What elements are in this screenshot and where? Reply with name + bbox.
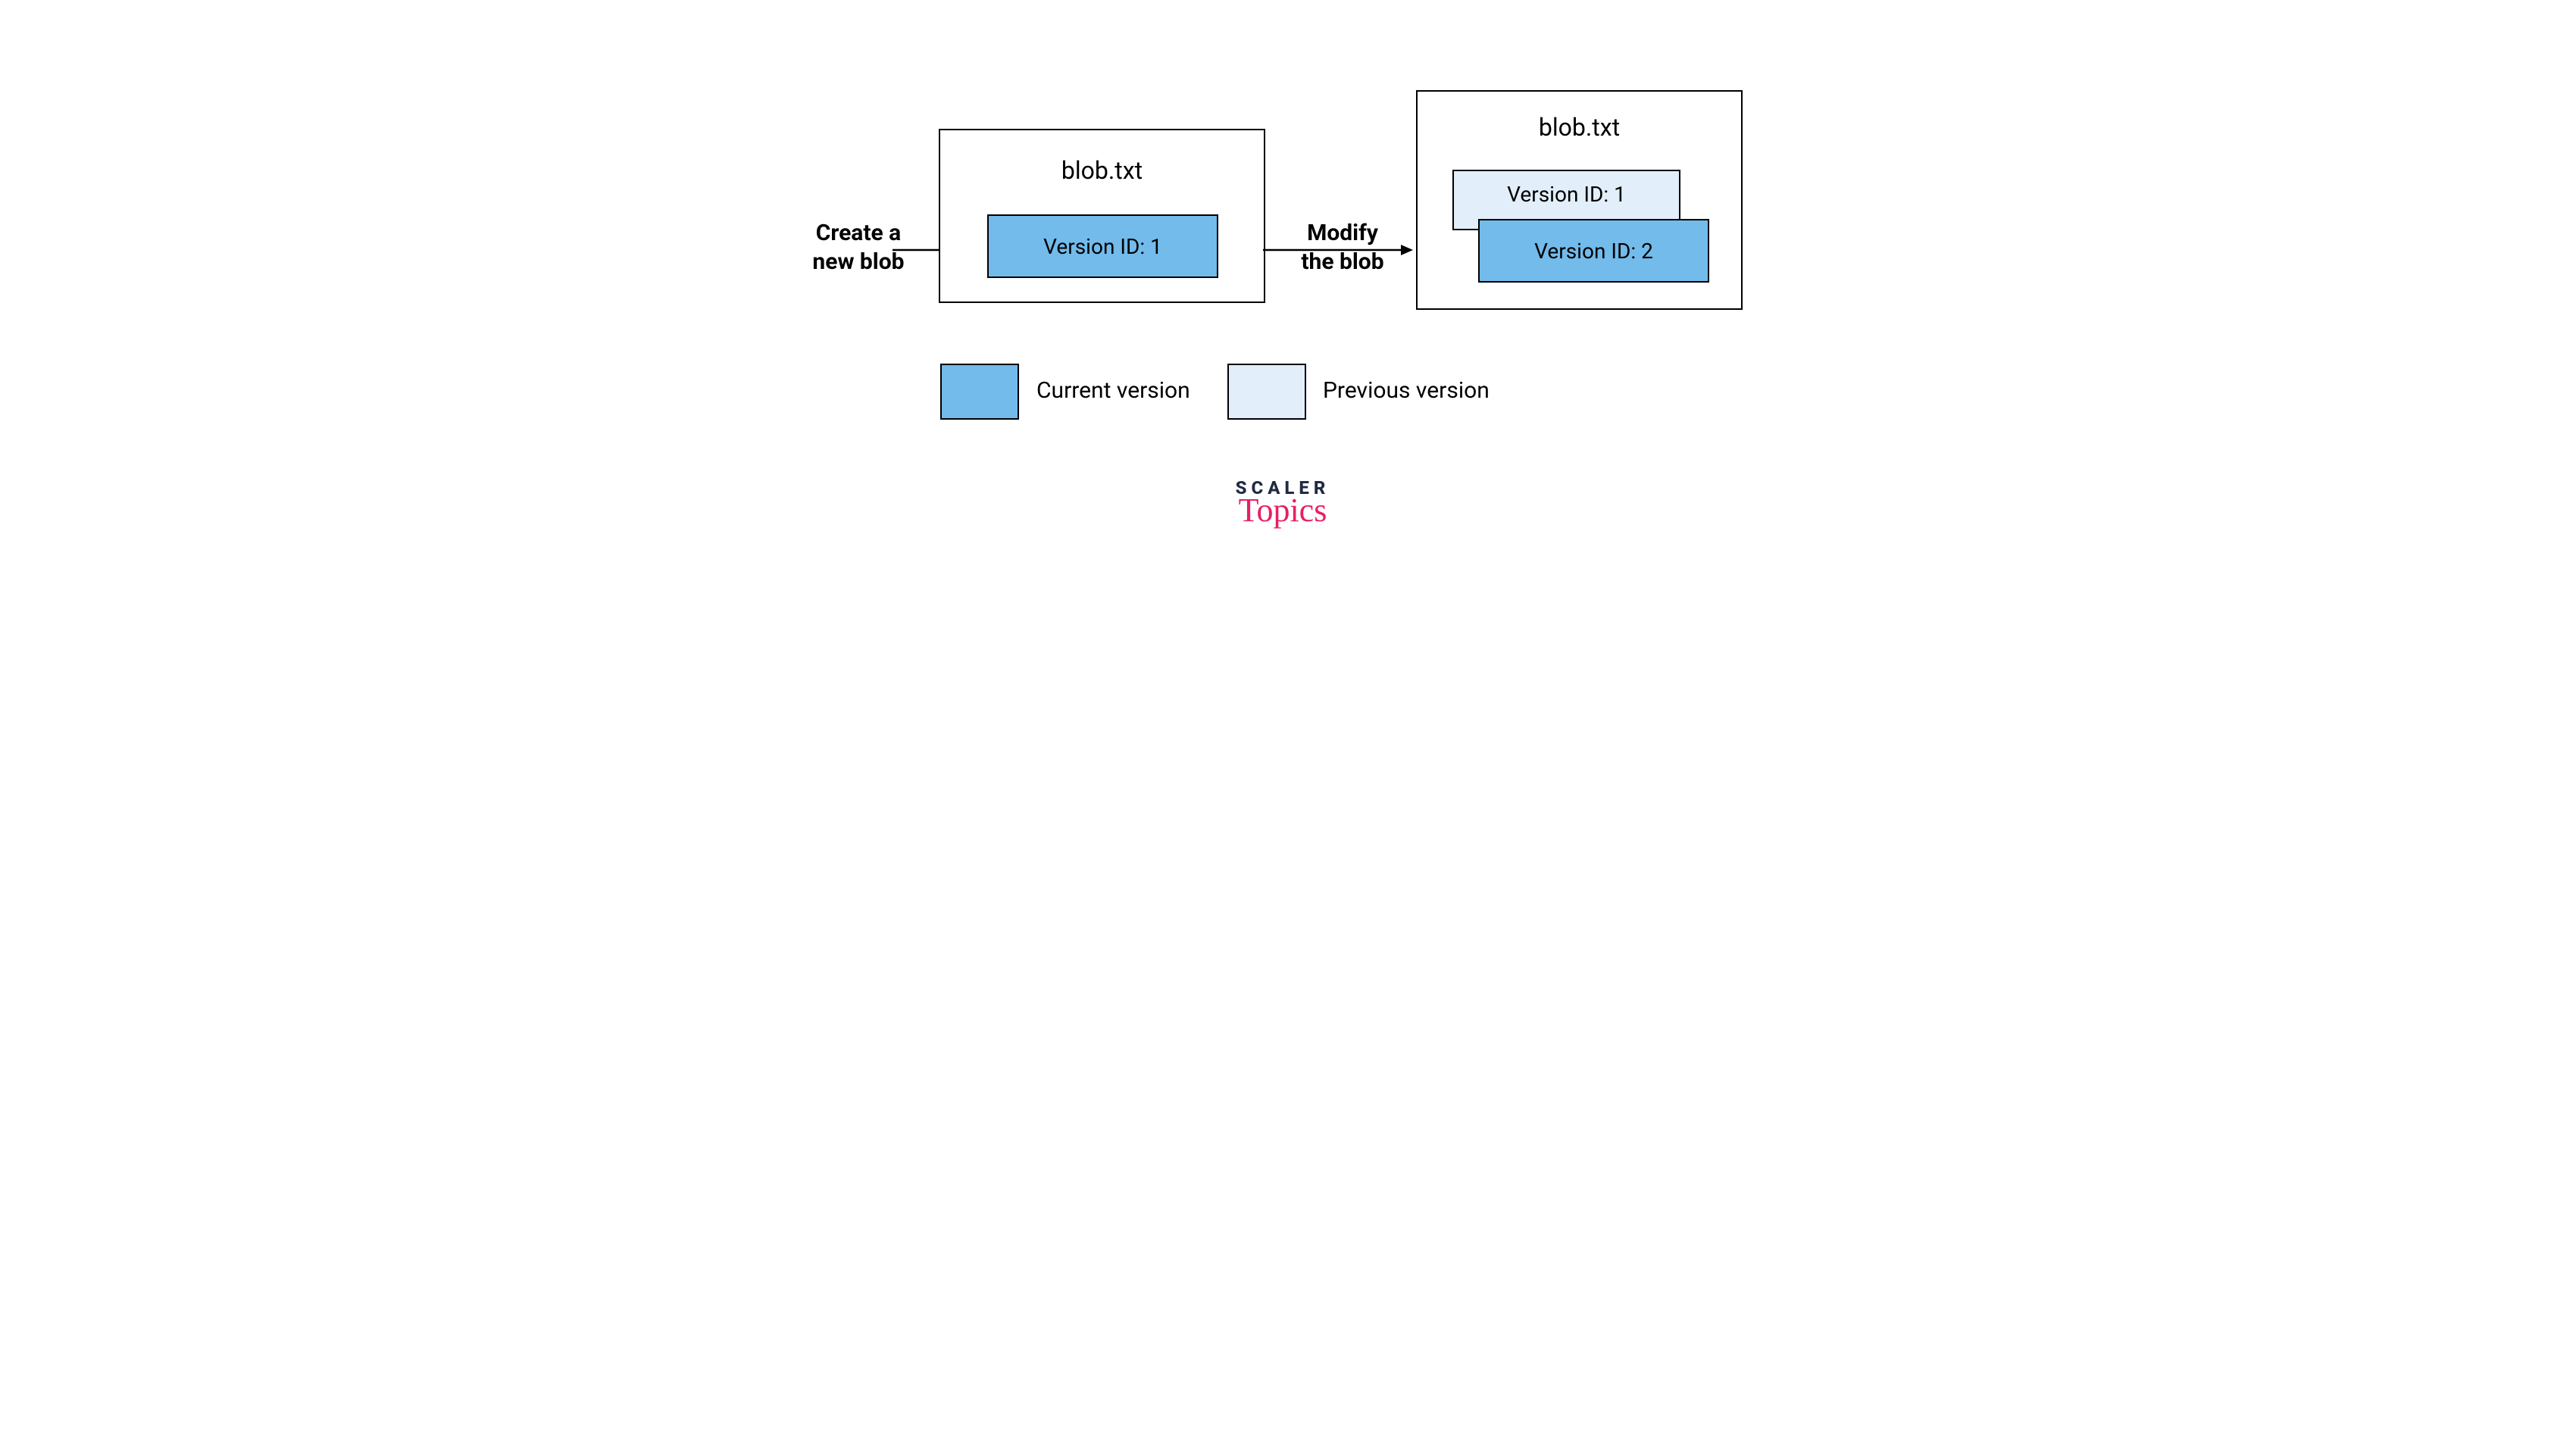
diagram-canvas: Create a new blob blob.txt Version ID: 1… (720, 0, 1856, 642)
legend-swatch-previous (1227, 364, 1306, 420)
legend-label-current: Current version (1036, 377, 1190, 404)
title-blob-2: blob.txt (1418, 113, 1741, 142)
version-current-1: Version ID: 1 (987, 214, 1218, 278)
container-blob-1: blob.txt Version ID: 1 (939, 129, 1265, 303)
version-current-2: Version ID: 2 (1478, 219, 1709, 283)
logo-line-2: Topics (1215, 494, 1351, 527)
legend-label-previous: Previous version (1323, 377, 1490, 404)
container-blob-2: blob.txt Version ID: 1 Version ID: 2 (1416, 90, 1743, 310)
label-modify-blob: Modify the blob (1293, 219, 1392, 276)
legend-swatch-current (940, 364, 1019, 420)
title-blob-1: blob.txt (940, 156, 1264, 185)
logo-scaler-topics: SCALER Topics (1215, 477, 1351, 527)
